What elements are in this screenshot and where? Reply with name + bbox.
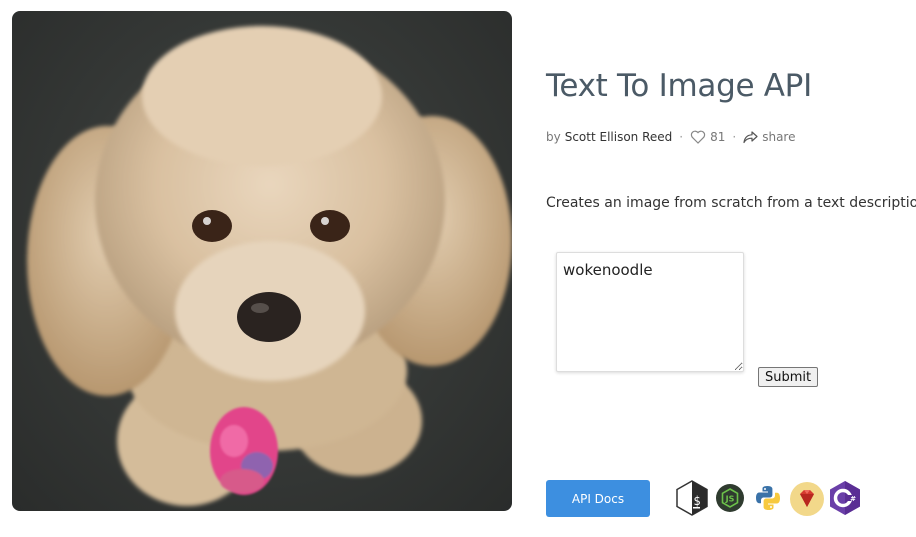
author-link[interactable]: Scott Ellison Reed [565, 130, 673, 144]
api-description: Creates an image from scratch from a tex… [546, 195, 916, 211]
page-title: Text To Image API [546, 68, 812, 104]
svg-text:JS: JS [725, 495, 735, 504]
like-button[interactable]: 81 [690, 130, 725, 144]
text-input[interactable] [556, 252, 744, 372]
svg-text:$: $ [693, 494, 700, 508]
nodejs-icon[interactable]: JS [715, 483, 745, 517]
api-docs-button[interactable]: API Docs [546, 480, 650, 517]
share-icon [743, 130, 758, 143]
csharp-icon[interactable]: # [828, 480, 862, 520]
generated-image [12, 11, 512, 511]
author-prefix: by [546, 130, 561, 144]
share-button[interactable]: share [743, 130, 795, 144]
separator: · [679, 130, 684, 144]
like-count: 81 [710, 130, 726, 144]
ruby-icon[interactable] [789, 481, 825, 521]
separator: · [732, 130, 737, 144]
byline: by Scott Ellison Reed · 81 · share [546, 130, 795, 144]
shell-icon[interactable]: $ [675, 480, 709, 520]
heart-icon [690, 130, 706, 144]
submit-button[interactable]: Submit [758, 367, 819, 387]
svg-text:#: # [850, 495, 856, 503]
python-icon[interactable] [754, 484, 782, 516]
share-label: share [762, 130, 796, 144]
